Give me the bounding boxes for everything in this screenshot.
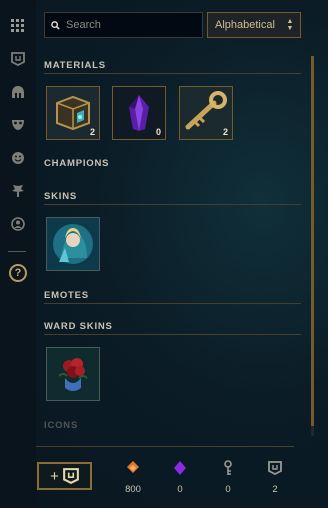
divider [44,73,301,74]
ward-icon [268,461,282,476]
sort-dropdown[interactable]: Alphabetical ▲ ▼ [207,12,301,38]
search-field[interactable] [44,12,203,38]
key-icon [224,460,232,475]
emote-face-icon[interactable] [8,148,28,168]
sort-value: Alphabetical [215,19,275,31]
mask-icon[interactable] [8,115,28,135]
add-ward-button[interactable]: + [37,462,92,490]
section-ward-skins: WARD SKINS [44,321,113,332]
currency-value: 800 [125,484,141,495]
ward-icon[interactable] [8,49,28,69]
sidebar: ? [0,0,36,508]
chevron-updown-icon: ▲ ▼ [286,18,294,32]
gemstone-icon [174,461,186,475]
profile-icon[interactable] [8,214,28,234]
material-count: 2 [89,127,95,137]
sidebar-divider [8,251,26,252]
champion-helmet-icon[interactable] [8,82,28,102]
search-icon [51,20,60,30]
ward-skin-tile[interactable] [46,347,100,401]
search-input[interactable] [66,19,196,31]
ward-icon [62,468,79,484]
material-hextech-chest[interactable]: 2 [46,86,100,140]
grid-icon[interactable] [8,16,28,36]
currency-value: 0 [225,484,231,495]
section-emotes: EMOTES [44,290,89,301]
section-champions: CHAMPIONS [44,158,110,169]
footer-divider [36,446,294,447]
section-materials: MATERIALS [44,60,106,71]
material-count: 2 [222,127,228,137]
section-skins: SKINS [44,191,78,202]
orange-essence-icon [127,461,139,473]
scrollbar-thumb[interactable] [311,56,314,426]
currency-ward: 2 [255,460,295,495]
material-gemstone[interactable]: 0 [112,86,166,140]
divider [44,334,301,335]
currency-value: 2 [272,484,278,495]
section-icons: ICONS [44,420,79,431]
plus-label: + [50,467,59,485]
currency-value: 0 [177,484,183,495]
help-icon[interactable]: ? [9,264,27,282]
currency-gemstone: 0 [160,460,200,495]
material-count: 0 [155,127,161,137]
skin-splash-image [47,218,99,270]
divider [44,303,301,304]
ward-skin-image [47,348,99,400]
tree-icon[interactable] [8,181,28,201]
currency-orange-essence: 800 [113,460,153,495]
skin-tile[interactable] [46,217,100,271]
divider [44,204,301,205]
currency-key: 0 [208,460,248,495]
material-hextech-key[interactable]: 2 [179,86,233,140]
